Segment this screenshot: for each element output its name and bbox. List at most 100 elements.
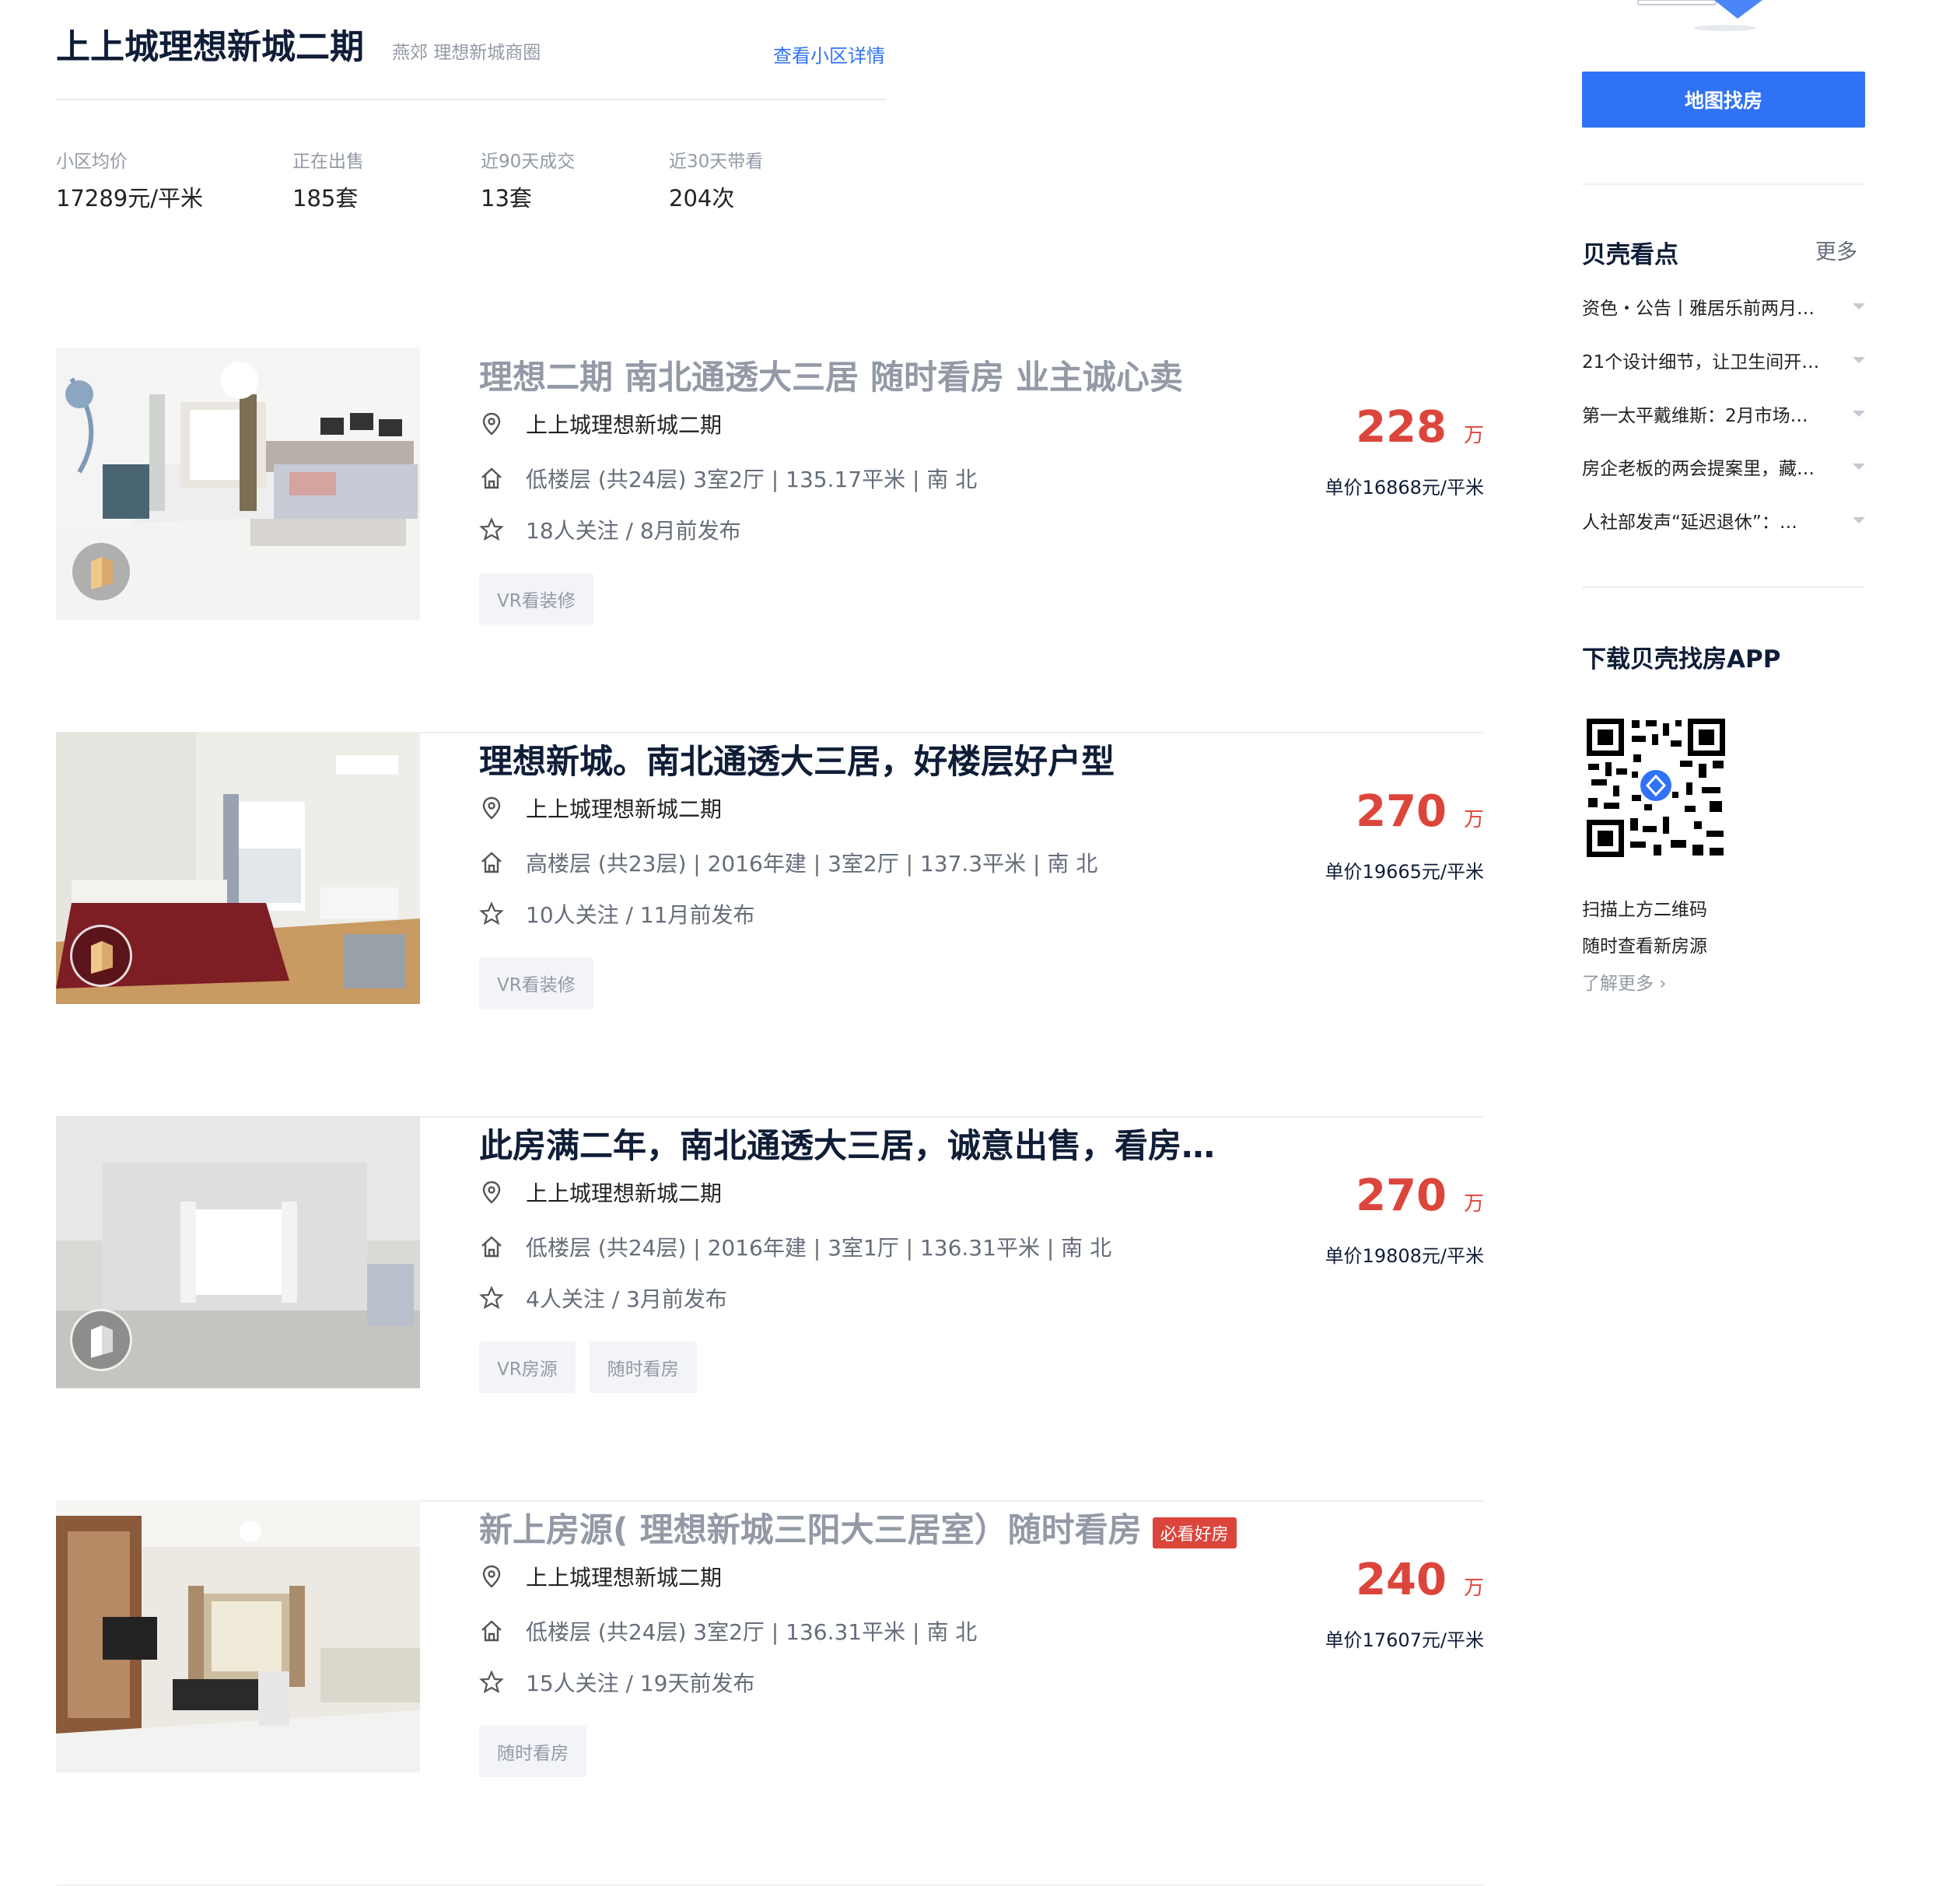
- tag[interactable]: 随时看房: [479, 1726, 586, 1777]
- listing-community[interactable]: 上上城理想新城二期: [526, 1177, 722, 1208]
- stat-avg-price: 小区均价 17289元/平米: [56, 146, 203, 213]
- house-info-row: 低楼层 (共24层) 3室2厅 | 136.31平米 | 南 北: [479, 1615, 977, 1646]
- star-icon[interactable]: [479, 1286, 504, 1310]
- house-info: 低楼层 (共24层) 3室2厅 | 135.17平米 | 南 北: [526, 467, 978, 492]
- news-item[interactable]: 第一太平戴维斯：2月市场…: [1582, 398, 1865, 429]
- app-section-title: 下载贝壳找房APP: [1582, 646, 1781, 674]
- listing-item[interactable]: 此房满二年，南北通透大三居，诚意出售，看房… 上上城理想新城二期 低楼层 (共2…: [56, 1116, 1484, 1502]
- news-item-text[interactable]: 人社部发声“延迟退休”：…: [1582, 507, 1797, 534]
- community-row: 上上城理想新城二期: [479, 408, 722, 439]
- price-unit: 万: [1463, 1192, 1484, 1216]
- stat-label: 近90天成交: [481, 152, 576, 172]
- house-icon: [481, 1620, 502, 1642]
- star-icon[interactable]: [479, 901, 504, 926]
- chevron-down-icon[interactable]: [1853, 464, 1865, 470]
- listing-title[interactable]: 理想二期 南北通透大三居 随时看房 业主诚心卖: [479, 351, 1183, 399]
- house-info-row: 高楼层 (共23层) | 2016年建 | 3室2厅 | 137.3平米 | 南…: [479, 847, 1097, 878]
- stat-label: 正在出售: [292, 152, 364, 172]
- follow-info: 15人关注 / 19天前发布: [526, 1671, 755, 1696]
- listing-title-text[interactable]: 新上房源( 理想新城三阳大三居室）随时看房: [479, 1511, 1142, 1550]
- community-row: 上上城理想新城二期: [479, 793, 722, 824]
- news-item[interactable]: 资色・公告丨雅居乐前两月…: [1582, 291, 1865, 322]
- news-item-text[interactable]: 第一太平戴维斯：2月市场…: [1582, 401, 1808, 427]
- listing-community[interactable]: 上上城理想新城二期: [526, 408, 722, 439]
- map-search-button[interactable]: 地图找房: [1582, 72, 1865, 128]
- news-item-text[interactable]: 房企老板的两会提案里，藏…: [1582, 453, 1815, 480]
- stat-value: 185套: [292, 185, 359, 212]
- community-title: 上上城理想新城二期: [56, 27, 364, 67]
- stat-value: 13套: [481, 185, 532, 212]
- chevron-down-icon[interactable]: [1853, 517, 1865, 523]
- tag[interactable]: 随时看房: [589, 1342, 697, 1393]
- listing-title[interactable]: 此房满二年，南北通透大三居，诚意出售，看房…: [479, 1119, 1215, 1167]
- news-item-text[interactable]: 资色・公告丨雅居乐前两月…: [1582, 293, 1815, 320]
- listing-item[interactable]: 新上房源( 理想新城三阳大三居室）随时看房 必看好房 上上城理想新城二期 低楼层 …: [56, 1500, 1484, 1886]
- listing-photo[interactable]: [56, 1116, 420, 1388]
- follow-info: 10人关注 / 11月前发布: [526, 902, 755, 928]
- location-pin-icon: [482, 412, 501, 436]
- tag[interactable]: VR看装修: [479, 957, 593, 1009]
- house-icon: [481, 1236, 502, 1258]
- total-price: 228 万: [1356, 402, 1484, 453]
- stat-on-sale: 正在出售 185套: [292, 146, 364, 213]
- listing-community[interactable]: 上上城理想新城二期: [526, 793, 722, 824]
- qr-code: [1585, 717, 1727, 862]
- follow-info: 18人关注 / 8月前发布: [526, 518, 741, 544]
- news-item-text[interactable]: 21个设计细节，让卫生间开…: [1582, 347, 1819, 373]
- house-icon: [481, 852, 502, 873]
- follow-row: 18人关注 / 8月前发布: [479, 514, 741, 545]
- news-item[interactable]: 21个设计细节，让卫生间开…: [1582, 345, 1865, 376]
- follow-row: 15人关注 / 19天前发布: [479, 1667, 755, 1698]
- stat-value: 17289元/平米: [56, 185, 204, 212]
- tag[interactable]: VR房源: [479, 1342, 576, 1393]
- chevron-down-icon[interactable]: [1853, 303, 1865, 310]
- price-value: 270: [1356, 1170, 1447, 1221]
- house-info-row: 低楼层 (共24层) | 2016年建 | 3室1厅 | 136.31平米 | …: [479, 1231, 1111, 1262]
- stat-views-30d: 近30天带看 204次: [669, 146, 763, 213]
- unit-price: 单价17607元/平米: [1325, 1629, 1484, 1651]
- news-more-link[interactable]: 更多: [1815, 235, 1857, 265]
- house-info-row: 低楼层 (共24层) 3室2厅 | 135.17平米 | 南 北: [479, 463, 977, 494]
- total-price: 240 万: [1356, 1555, 1484, 1605]
- house-icon: [481, 467, 502, 489]
- tag-list: 随时看房: [479, 1726, 586, 1777]
- listing-photo[interactable]: [56, 348, 420, 620]
- listing-item[interactable]: 理想新城。南北通透大三居，好楼层好户型 上上城理想新城二期 高楼层 (共23层)…: [56, 732, 1484, 1118]
- star-icon[interactable]: [479, 517, 504, 542]
- tag[interactable]: VR看装修: [479, 573, 593, 625]
- listing-item[interactable]: 理想二期 南北通透大三居 随时看房 业主诚心卖 上上城理想新城二期 低楼层 (共…: [56, 348, 1484, 733]
- community-subtitle: 燕郊 理想新城商圈: [392, 43, 541, 63]
- unit-price: 单价16868元/平米: [1325, 477, 1484, 499]
- news-item[interactable]: 人社部发声“延迟退休”：…: [1582, 505, 1865, 536]
- price-unit: 万: [1463, 1576, 1484, 1600]
- stat-label: 近30天带看: [669, 152, 764, 172]
- listing-photo[interactable]: [56, 1500, 420, 1772]
- listing-community[interactable]: 上上城理想新城二期: [526, 1561, 722, 1592]
- house-info: 低楼层 (共24层) | 2016年建 | 3室1厅 | 136.31平米 | …: [526, 1235, 1112, 1261]
- location-pin-icon: [482, 1565, 501, 1588]
- sidebar-divider: [1582, 184, 1865, 185]
- vr-icon[interactable]: [70, 925, 132, 987]
- map-illustration-icon: [1630, 0, 1817, 36]
- chevron-down-icon[interactable]: [1853, 357, 1865, 363]
- house-info: 低楼层 (共24层) 3室2厅 | 136.31平米 | 南 北: [526, 1619, 978, 1645]
- header-divider: [56, 99, 887, 100]
- learn-more-link[interactable]: 了解更多 ›: [1582, 968, 1667, 995]
- star-icon[interactable]: [479, 1670, 504, 1695]
- chevron-down-icon[interactable]: [1853, 411, 1865, 417]
- news-item[interactable]: 房企老板的两会提案里，藏…: [1582, 451, 1865, 482]
- stat-value: 204次: [669, 185, 735, 212]
- location-pin-icon: [482, 1181, 501, 1204]
- vr-icon[interactable]: [70, 1309, 132, 1371]
- community-detail-link[interactable]: 查看小区详情: [773, 40, 885, 68]
- tag-list: VR房源 随时看房: [479, 1342, 697, 1393]
- location-pin-icon: [482, 796, 501, 820]
- listing-photo[interactable]: [56, 732, 420, 1004]
- listing-title[interactable]: 理想新城。南北通透大三居，好楼层好户型: [479, 735, 1115, 783]
- community-row: 上上城理想新城二期: [479, 1561, 722, 1592]
- price-value: 240: [1356, 1555, 1447, 1605]
- tag-list: VR看装修: [479, 573, 593, 625]
- vr-icon[interactable]: [70, 541, 132, 603]
- listing-title[interactable]: 新上房源( 理想新城三阳大三居室）随时看房 必看好房: [479, 1503, 1237, 1552]
- unit-price: 单价19808元/平米: [1325, 1245, 1484, 1267]
